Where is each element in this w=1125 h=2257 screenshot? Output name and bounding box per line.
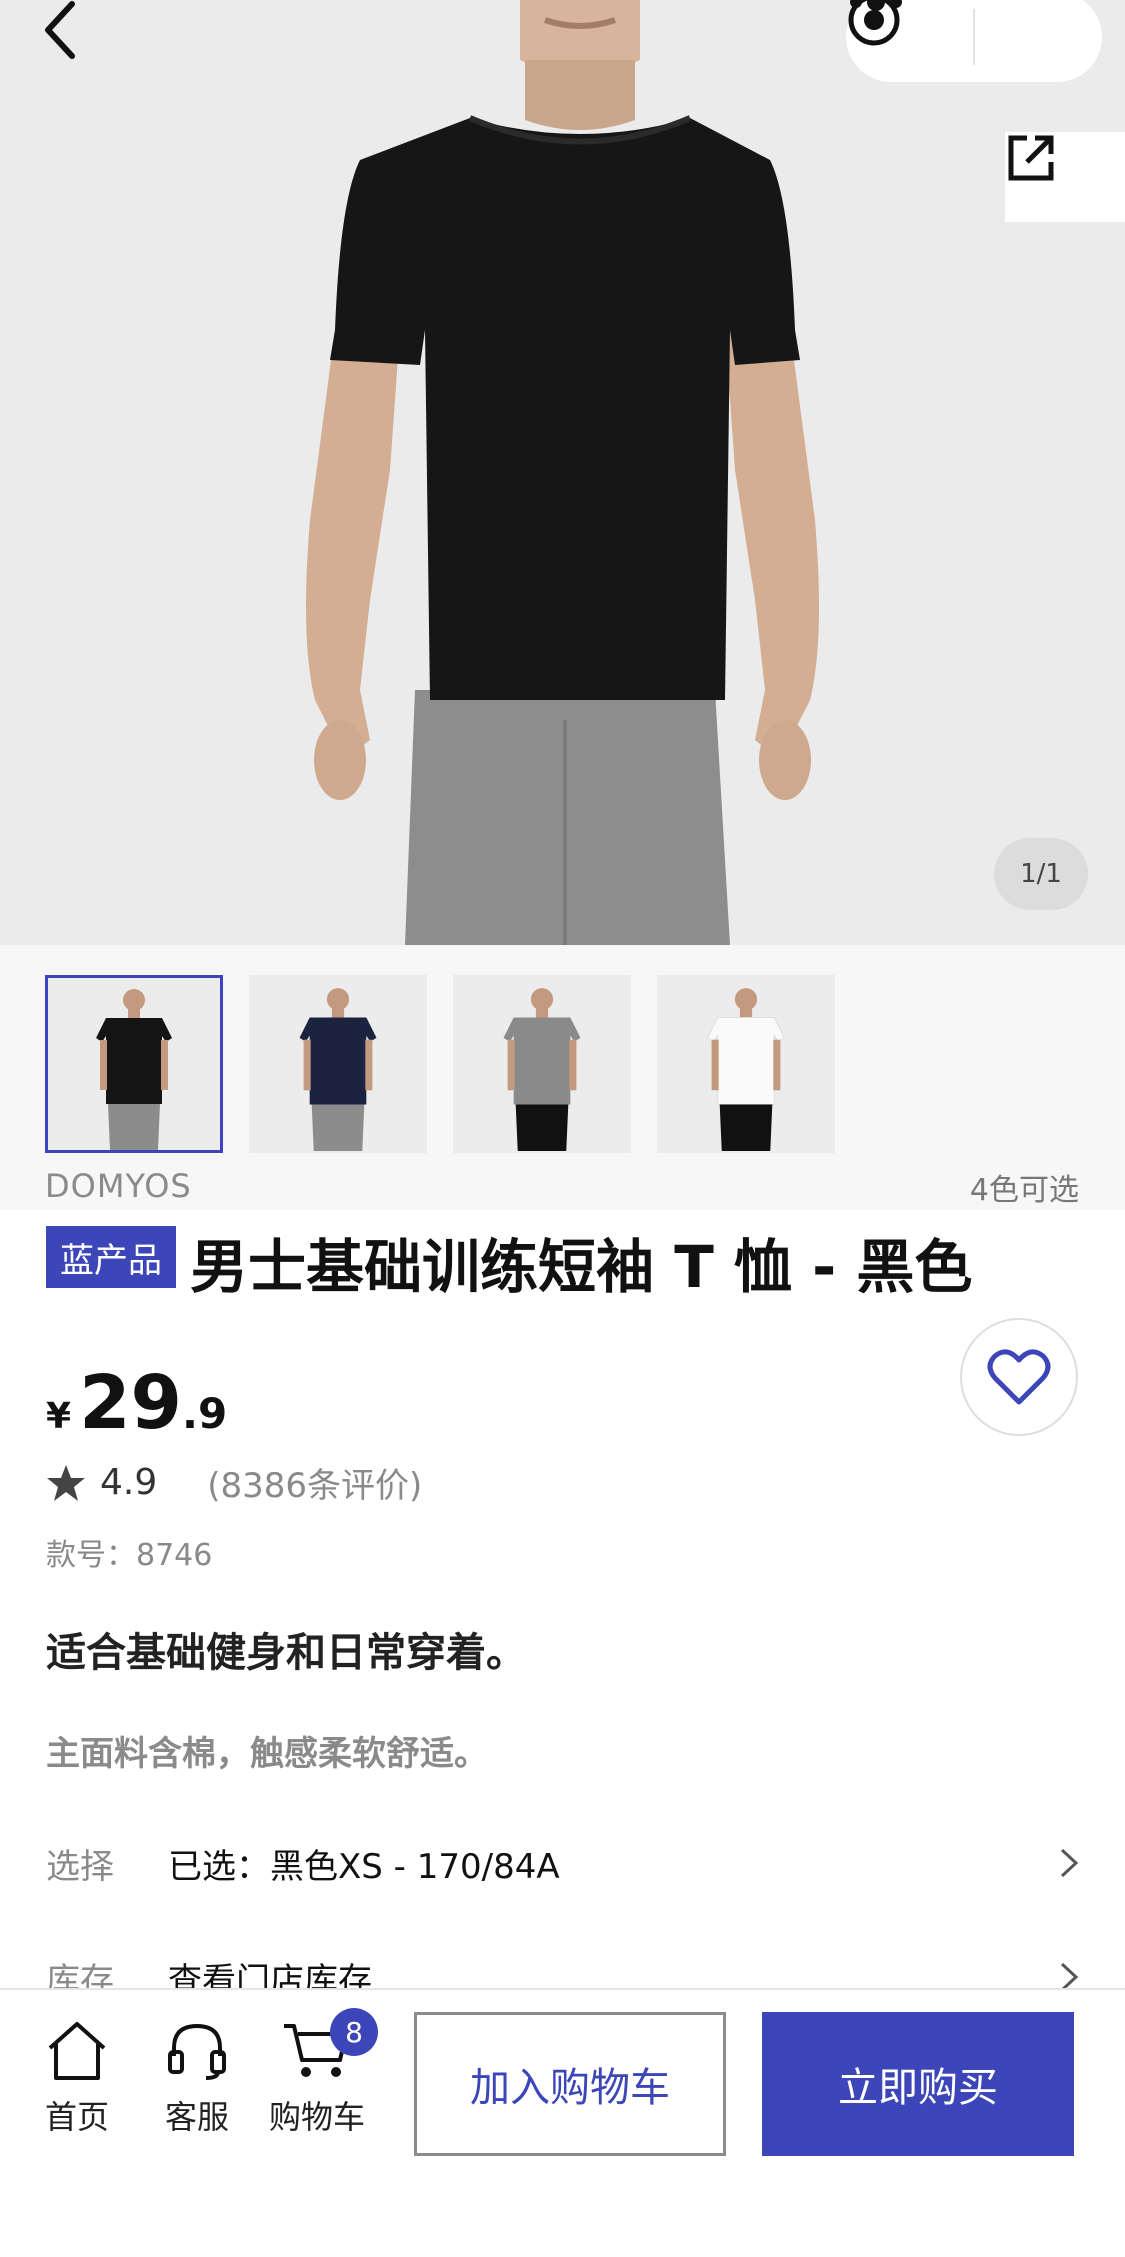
thumbnail-white[interactable]: [657, 975, 835, 1153]
product-main-image[interactable]: 1/1: [0, 0, 1125, 945]
bottom-action-bar: 首页 客服 购物车 8 加入购物车 立即购买: [0, 1988, 1125, 2257]
price-decimal: .9: [182, 1389, 228, 1438]
thumb-model-white: [706, 988, 786, 1151]
cart-label: 购物车: [268, 2098, 365, 2136]
model-photo: [306, 0, 819, 945]
home-label: 首页: [44, 2098, 109, 2136]
select-value: 已选：黑色XS - 170/84A: [168, 1846, 560, 1887]
home-tab[interactable]: 首页: [22, 2020, 132, 2170]
heart-icon: [987, 1349, 1051, 1405]
product-subline: 主面料含棉，触感柔软舒适。: [46, 1734, 488, 1774]
share-button[interactable]: [1005, 132, 1125, 222]
price-integer: 29: [79, 1360, 183, 1446]
thumbnail-grey[interactable]: [453, 975, 631, 1153]
chevron-left-icon: [45, 1, 75, 59]
buy-now-button[interactable]: 立即购买: [762, 2012, 1074, 2156]
product-headline: 适合基础健身和日常穿着。: [46, 1630, 526, 1676]
review-count[interactable]: (8386条评价): [207, 1458, 422, 1507]
service-label: 客服: [164, 2098, 229, 2136]
product-rating[interactable]: 4.9 (8386条评价): [46, 1458, 422, 1507]
chevron-right-icon: [1040, 1846, 1080, 1880]
price-currency: ¥: [46, 1396, 72, 1437]
product-sku: 款号：8746: [46, 1538, 213, 1573]
brand-name[interactable]: DOMYOS: [45, 1167, 192, 1205]
product-price: ¥ 29 .9: [46, 1360, 227, 1446]
add-to-cart-button[interactable]: 加入购物车: [414, 2012, 726, 2156]
thumbnail-navy[interactable]: [249, 975, 427, 1153]
miniapp-capsule: [846, 0, 1102, 82]
select-label: 选择: [46, 1846, 114, 1887]
target-circle-icon: [848, 0, 900, 46]
favorite-button[interactable]: [960, 1318, 1078, 1436]
thumb-model-grey: [503, 988, 581, 1151]
colors-available: 4色可选: [969, 1173, 1079, 1208]
rating-value: 4.9: [100, 1462, 158, 1503]
product-page: 1/1 DOMYOS 4色可选 蓝产品 男士基础训练短袖 T 恤 - 黑色 ¥ …: [0, 0, 1125, 2257]
service-tab[interactable]: 客服: [142, 2020, 252, 2170]
home-icon: [48, 2022, 106, 2080]
back-button[interactable]: [40, 0, 130, 80]
select-option-row[interactable]: 选择 已选：黑色XS - 170/84A: [46, 1828, 1080, 1898]
share-external-icon: [1008, 135, 1054, 181]
thumbnail-black[interactable]: [45, 975, 223, 1153]
product-title: 男士基础训练短袖 T 恤 - 黑色: [190, 1233, 973, 1301]
cart-count-badge: 8: [330, 2008, 378, 2056]
thumb-model-black: [96, 989, 172, 1150]
product-badge: 蓝产品: [46, 1226, 176, 1288]
thumb-model-navy: [299, 988, 377, 1151]
close-miniapp-button[interactable]: [848, 0, 1102, 82]
star-icon: [47, 1464, 85, 1501]
headset-icon: [168, 2023, 226, 2080]
color-thumbnails: DOMYOS 4色可选: [0, 945, 1125, 1210]
image-counter: 1/1: [994, 838, 1088, 910]
